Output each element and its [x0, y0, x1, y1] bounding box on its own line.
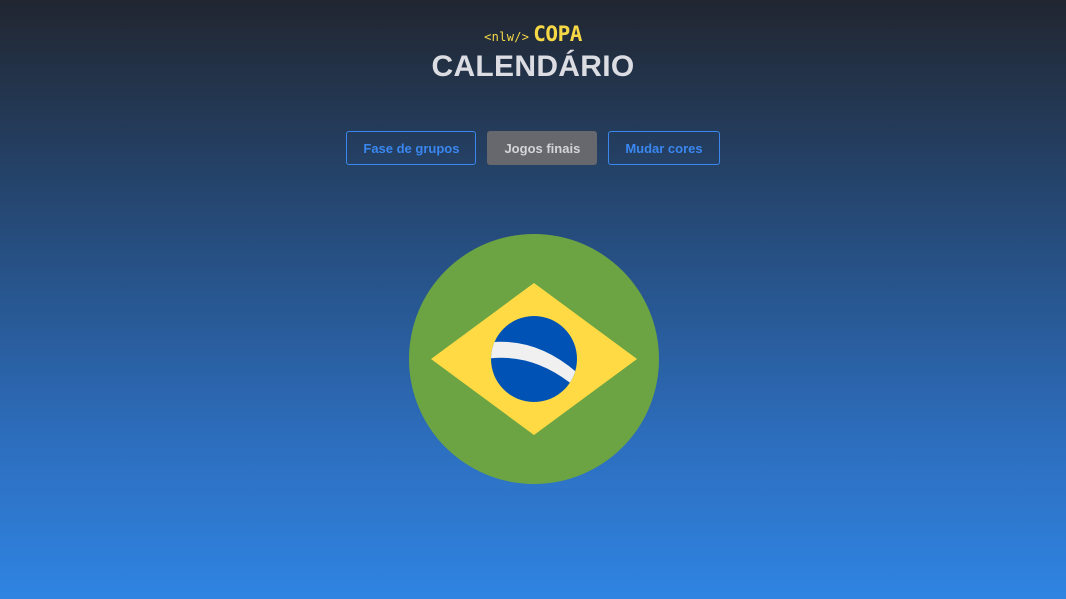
brazil-flag-icon — [409, 234, 659, 484]
navigation-buttons: Fase de grupos Jogos finais Mudar cores — [0, 131, 1066, 165]
nlw-copa-logo: <nlw/> COPA — [484, 24, 582, 45]
final-games-button[interactable]: Jogos finais — [487, 131, 598, 165]
group-stage-button[interactable]: Fase de grupos — [346, 131, 477, 165]
logo-brand-text: COPA — [533, 22, 582, 46]
page-header: <nlw/> COPA CALENDÁRIO — [0, 24, 1066, 84]
change-colors-button[interactable]: Mudar cores — [608, 131, 720, 165]
page-title: CALENDÁRIO — [431, 50, 635, 83]
logo-code-text: <nlw/> — [484, 30, 530, 44]
